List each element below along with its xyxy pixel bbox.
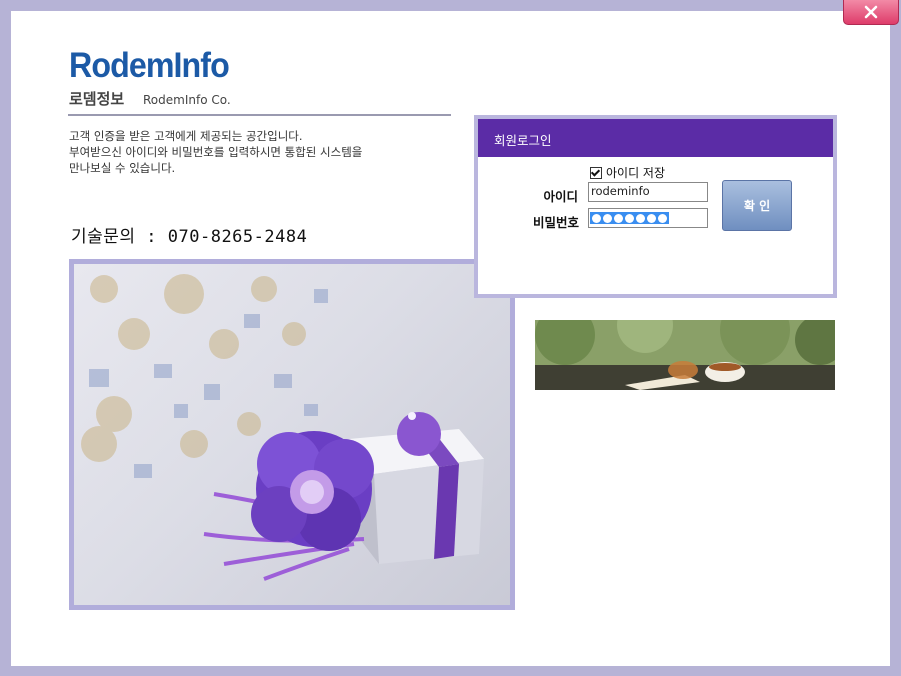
login-form: 회원로그인 아이디 저장 아이디 rodeminfo 비밀번호 확 인: [478, 119, 833, 294]
close-icon: [864, 5, 878, 19]
save-id-checkbox[interactable]: 아이디 저장: [590, 164, 665, 181]
close-button[interactable]: [843, 0, 899, 25]
company-name-kr: 로뎀정보: [69, 90, 125, 108]
login-panel: 회원로그인 아이디 저장 아이디 rodeminfo 비밀번호 확 인: [474, 115, 837, 298]
save-id-label: 아이디 저장: [606, 166, 666, 180]
gift-image-frame: [69, 259, 515, 610]
checkbox-checked-icon[interactable]: [590, 166, 602, 179]
header-divider: [68, 114, 451, 116]
password-mask: [590, 212, 669, 224]
password-mask-dot: [625, 213, 634, 223]
tea-banner-image: [535, 320, 835, 390]
company-name-en: RodemInfo Co.: [143, 93, 231, 107]
tea-banner-illustration: [535, 320, 835, 390]
gift-image: [74, 264, 510, 605]
password-mask-dot: [603, 213, 612, 223]
tech-support-phone: 기술문의 : 070-8265-2484: [71, 227, 308, 247]
confirm-button[interactable]: 확 인: [722, 180, 792, 231]
password-label: 비밀번호: [532, 215, 579, 230]
intro-text: 고객 인증을 받은 고객에게 제공되는 공간입니다. 부여받으신 아이디와 비밀…: [69, 128, 449, 176]
password-mask-dot: [592, 213, 601, 223]
id-input[interactable]: rodeminfo: [588, 182, 708, 202]
password-mask-dot: [614, 213, 623, 223]
password-mask-dot: [658, 213, 667, 223]
password-mask-dot: [636, 213, 645, 223]
intro-line: 부여받으신 아이디와 비밀번호를 입력하시면 통합된 시스템을: [69, 145, 363, 159]
intro-line: 고객 인증을 받은 고객에게 제공되는 공간입니다.: [69, 129, 303, 143]
company-logo: RodemInfo: [69, 46, 230, 85]
password-mask-dot: [647, 213, 656, 223]
id-label: 아이디: [543, 189, 578, 204]
login-title: 회원로그인: [478, 119, 833, 157]
gift-illustration: [81, 274, 484, 581]
password-input[interactable]: [588, 208, 708, 228]
intro-line: 만나보실 수 있습니다.: [69, 161, 176, 175]
